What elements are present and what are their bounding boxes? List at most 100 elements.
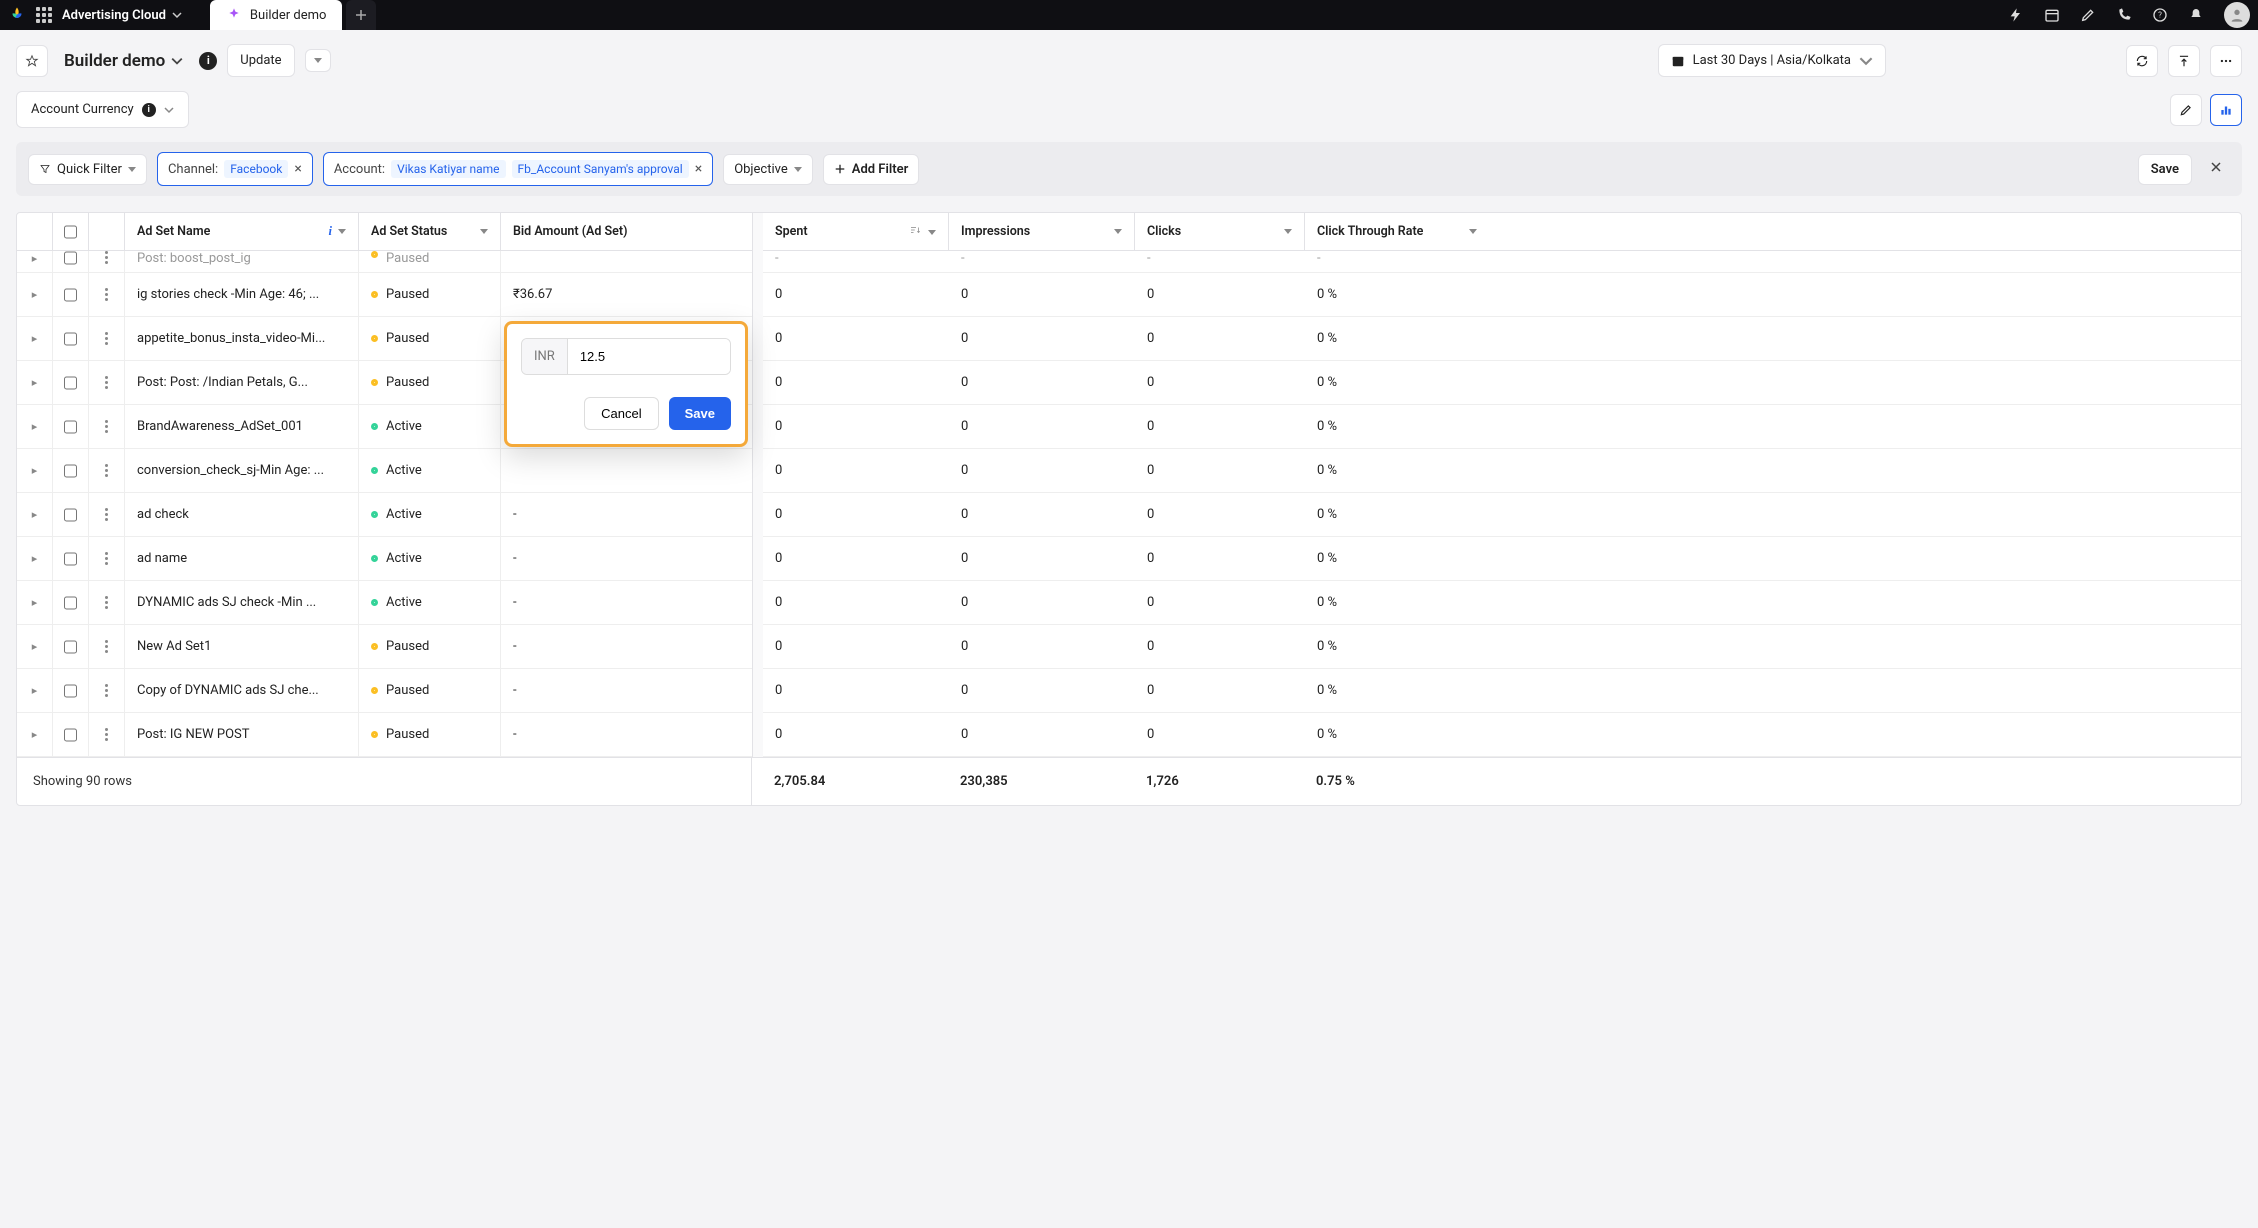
chart-mode-button[interactable] xyxy=(2210,94,2242,126)
account-filter-chip[interactable]: Account: Vikas Katiyar name Fb_Account S… xyxy=(323,152,713,186)
row-checkbox[interactable] xyxy=(64,288,77,302)
expand-toggle[interactable] xyxy=(17,581,53,624)
edit-mode-button[interactable] xyxy=(2170,94,2202,126)
row-menu[interactable] xyxy=(89,581,125,624)
favorite-button[interactable] xyxy=(16,45,48,77)
bid-cell[interactable]: - xyxy=(501,581,752,624)
adset-name-cell[interactable]: ig stories check -Min Age: 46; ... xyxy=(125,273,359,316)
export-button[interactable] xyxy=(2168,45,2200,77)
row-checkbox[interactable] xyxy=(64,332,77,346)
info-icon[interactable]: i xyxy=(199,52,217,70)
quick-filter-button[interactable]: Quick Filter xyxy=(28,154,147,185)
select-all-checkbox[interactable] xyxy=(64,225,77,239)
expand-toggle[interactable] xyxy=(17,273,53,316)
row-menu[interactable] xyxy=(89,537,125,580)
update-button[interactable]: Update xyxy=(227,44,294,77)
header-bid[interactable]: Bid Amount (Ad Set) xyxy=(501,213,752,250)
bid-cell[interactable]: - xyxy=(501,669,752,712)
bell-icon[interactable] xyxy=(2188,7,2204,23)
adset-name-cell[interactable]: DYNAMIC ads SJ check -Min ... xyxy=(125,581,359,624)
row-checkbox[interactable] xyxy=(64,420,77,434)
refresh-button[interactable] xyxy=(2126,45,2158,77)
header-spent[interactable]: Spent xyxy=(763,213,949,250)
adset-name-cell[interactable]: Post: Post: /Indian Petals, G... xyxy=(125,361,359,404)
row-menu[interactable] xyxy=(89,317,125,360)
channel-filter-chip[interactable]: Channel: Facebook × xyxy=(157,152,313,186)
bid-cell[interactable] xyxy=(501,251,752,272)
adset-name-cell[interactable]: Post: IG NEW POST xyxy=(125,713,359,756)
row-menu[interactable] xyxy=(89,405,125,448)
adset-name-cell[interactable]: Copy of DYNAMIC ads SJ che... xyxy=(125,669,359,712)
adset-name-cell[interactable]: BrandAwareness_AdSet_001 xyxy=(125,405,359,448)
header-name[interactable]: Ad Set Name i xyxy=(125,213,359,250)
row-menu[interactable] xyxy=(89,713,125,756)
row-menu[interactable] xyxy=(89,669,125,712)
phone-icon[interactable] xyxy=(2116,7,2132,23)
add-filter-button[interactable]: Add Filter xyxy=(823,154,920,185)
save-button[interactable]: Save xyxy=(669,397,731,430)
expand-toggle[interactable] xyxy=(17,251,53,272)
save-filter-button[interactable]: Save xyxy=(2138,154,2192,185)
adset-name-cell[interactable]: New Ad Set1 xyxy=(125,625,359,668)
row-menu[interactable] xyxy=(89,251,125,272)
row-checkbox[interactable] xyxy=(64,376,77,390)
currency-selector[interactable]: Account Currency i xyxy=(16,91,189,128)
remove-filter-icon[interactable]: × xyxy=(294,161,301,177)
adset-name-cell[interactable]: ad check xyxy=(125,493,359,536)
row-checkbox[interactable] xyxy=(64,728,77,742)
row-menu[interactable] xyxy=(89,625,125,668)
bid-cell[interactable]: - xyxy=(501,713,752,756)
header-clicks[interactable]: Clicks xyxy=(1135,213,1305,250)
adset-name-cell[interactable]: ad name xyxy=(125,537,359,580)
expand-toggle[interactable] xyxy=(17,625,53,668)
row-menu[interactable] xyxy=(89,493,125,536)
expand-toggle[interactable] xyxy=(17,713,53,756)
expand-toggle[interactable] xyxy=(17,537,53,580)
row-checkbox[interactable] xyxy=(64,640,77,654)
expand-toggle[interactable] xyxy=(17,317,53,360)
bid-cell[interactable]: - xyxy=(501,537,752,580)
row-menu[interactable] xyxy=(89,449,125,492)
apps-grid-icon[interactable] xyxy=(36,7,52,23)
header-ctr[interactable]: Click Through Rate xyxy=(1305,213,1489,250)
bolt-icon[interactable] xyxy=(2008,7,2024,23)
remove-filter-icon[interactable]: × xyxy=(695,161,702,177)
row-checkbox[interactable] xyxy=(64,596,77,610)
adset-name-cell[interactable]: Post: boost_post_ig xyxy=(125,251,359,272)
adset-name-cell[interactable]: appetite_bonus_insta_video-Mi... xyxy=(125,317,359,360)
row-checkbox[interactable] xyxy=(64,464,77,478)
bid-cell[interactable]: - xyxy=(501,493,752,536)
close-filter-strip[interactable] xyxy=(2202,153,2230,185)
bid-cell[interactable]: - xyxy=(501,625,752,668)
expand-toggle[interactable] xyxy=(17,405,53,448)
row-menu[interactable] xyxy=(89,361,125,404)
adset-name-cell[interactable]: conversion_check_sj-Min Age: ... xyxy=(125,449,359,492)
product-switcher[interactable]: Advertising Cloud xyxy=(62,8,182,23)
edit-icon[interactable] xyxy=(2080,7,2096,23)
help-icon[interactable]: ? xyxy=(2152,7,2168,23)
date-range-picker[interactable]: Last 30 Days | Asia/Kolkata xyxy=(1658,44,1886,77)
bid-amount-input[interactable] xyxy=(568,339,731,374)
header-status[interactable]: Ad Set Status xyxy=(359,213,501,250)
bid-cell[interactable] xyxy=(501,449,752,492)
avatar[interactable] xyxy=(2224,2,2250,28)
row-checkbox[interactable] xyxy=(64,552,77,566)
update-menu-button[interactable] xyxy=(305,49,331,72)
row-checkbox[interactable] xyxy=(64,251,77,265)
row-menu[interactable] xyxy=(89,273,125,316)
calendar-icon[interactable] xyxy=(2044,7,2060,23)
expand-toggle[interactable] xyxy=(17,669,53,712)
tab-active[interactable]: Builder demo xyxy=(210,0,342,30)
expand-toggle[interactable] xyxy=(17,449,53,492)
more-button[interactable] xyxy=(2210,45,2242,77)
new-tab-button[interactable] xyxy=(346,0,376,30)
expand-toggle[interactable] xyxy=(17,493,53,536)
header-impressions[interactable]: Impressions xyxy=(949,213,1135,250)
row-checkbox[interactable] xyxy=(64,508,77,522)
cancel-button[interactable]: Cancel xyxy=(584,397,658,430)
expand-toggle[interactable] xyxy=(17,361,53,404)
row-checkbox[interactable] xyxy=(64,684,77,698)
objective-filter-chip[interactable]: Objective xyxy=(723,154,813,185)
bid-cell[interactable]: ₹36.67 xyxy=(501,273,752,316)
chevron-down-icon[interactable] xyxy=(171,55,183,67)
